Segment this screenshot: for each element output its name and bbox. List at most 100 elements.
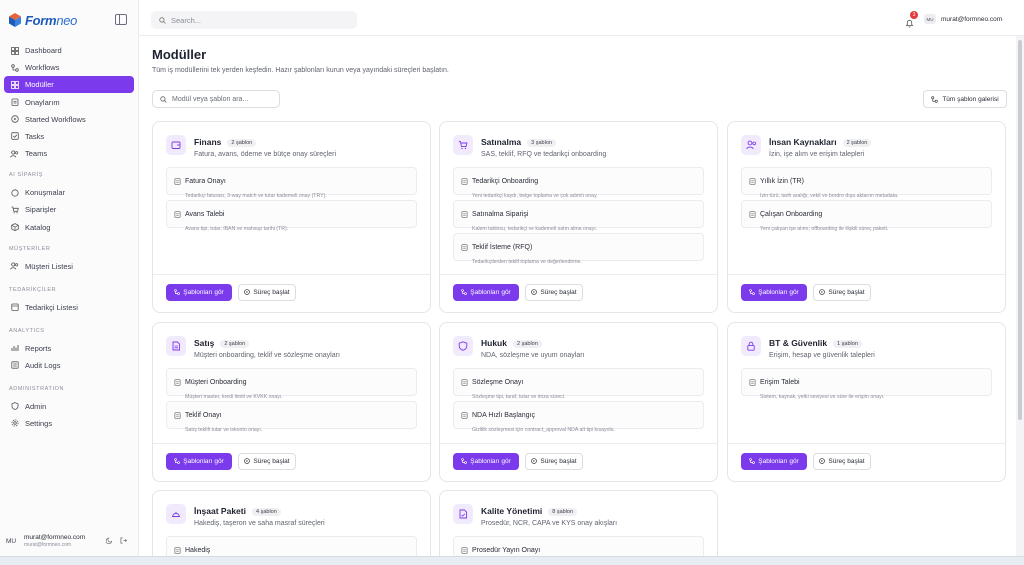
sidebar-item-approvals[interactable]: Onaylarım bbox=[4, 94, 134, 111]
sidebar-item-orders[interactable]: Siparişler bbox=[4, 201, 134, 218]
sidebar-user[interactable]: MU murat@formneo.com murat@formneo.com bbox=[6, 531, 134, 551]
logout-icon[interactable] bbox=[120, 537, 127, 544]
template-item[interactable]: Müşteri Onboarding Müşteri master, kredi … bbox=[166, 368, 417, 400]
module-card-footer: Şablonları gör Süreç başlat bbox=[728, 443, 1005, 481]
users-icon bbox=[10, 149, 19, 158]
start-process-button[interactable]: Süreç başlat bbox=[238, 284, 296, 301]
template-item[interactable]: Erişim Talebi Sistem, kaynak, yetki seviy… bbox=[741, 368, 992, 400]
template-count-badge: 2 şablon bbox=[220, 340, 250, 348]
sidebar-item-started-workflows[interactable]: Started Workflows bbox=[4, 111, 134, 128]
module-card[interactable]: Hukuk 2 şablon NDA, sözleşme ve uyum onayl… bbox=[439, 322, 718, 482]
sidebar-item-teams[interactable]: Teams bbox=[4, 145, 134, 162]
start-process-button[interactable]: Süreç başlat bbox=[525, 284, 583, 301]
template-title: Teklif Onayı bbox=[185, 411, 222, 419]
template-item[interactable]: Satınalma Siparişi Kalem tablosu, tedarik… bbox=[453, 200, 704, 232]
sidebar-item-tasks[interactable]: Tasks bbox=[4, 128, 134, 145]
template-item[interactable]: Fatura Onayı Tedarikçi faturası, 3-way ma… bbox=[166, 167, 417, 199]
template-count-badge: 3 şablon bbox=[527, 139, 556, 147]
module-card[interactable]: Kalite Yönetimi 8 şablon Prosedür, NCR, CA… bbox=[439, 490, 718, 556]
template-item[interactable]: NDA Hızlı Başlangıç Gizlilik sözleşmesi i… bbox=[453, 401, 704, 433]
template-count-badge: 4 şablon bbox=[251, 508, 281, 516]
template-count-badge: 8 şablon bbox=[548, 508, 578, 516]
module-card[interactable]: Satınalma 3 şablon SAS, teklif, RFQ ve ted… bbox=[439, 121, 718, 313]
sidebar-item-label: Workflows bbox=[25, 63, 60, 73]
module-card[interactable]: BT & Güvenlik 1 şablon Erişim, hesap ve gü… bbox=[727, 322, 1006, 482]
document-icon bbox=[174, 373, 181, 391]
template-title: Teklif İsteme (RFQ) bbox=[472, 243, 533, 251]
sidebar-toggle-icon[interactable] bbox=[115, 14, 127, 25]
template-item[interactable]: Yıllık İzin (TR) İzin türü, tarih aralığı… bbox=[741, 167, 992, 199]
view-templates-button[interactable]: Şablonları gör bbox=[453, 453, 519, 470]
sidebar-item-conversations[interactable]: Konuşmalar bbox=[4, 184, 134, 201]
modules-icon bbox=[10, 80, 19, 89]
view-templates-button[interactable]: Şablonları gör bbox=[166, 284, 232, 301]
template-item[interactable]: Avans Talebi Avans tipi, tutar, IBAN ve m… bbox=[166, 200, 417, 232]
app-window: Formneo Dashboard Workflows Modüller Ona… bbox=[0, 0, 1024, 565]
avatar: MU bbox=[6, 537, 17, 545]
template-item[interactable]: Prosedür Yayın OnayıYeni prosedür, talim… bbox=[453, 536, 704, 556]
document-icon bbox=[174, 172, 181, 190]
sidebar-item-customer-list[interactable]: Müşteri Listesi bbox=[4, 258, 134, 275]
nav-section-ai: AI SİPARİŞ bbox=[9, 172, 44, 179]
module-description: İzin, işe alım ve erişim talepleri bbox=[769, 151, 865, 158]
play-icon bbox=[244, 457, 251, 466]
helmet-icon bbox=[166, 504, 186, 524]
template-item[interactable]: Sözleşme Onayı Sözleşme tipi, taraf, tuta… bbox=[453, 368, 704, 400]
sidebar-item-reports[interactable]: Reports bbox=[4, 340, 134, 357]
sidebar-item-label: Siparişler bbox=[25, 205, 57, 215]
sidebar: Formneo Dashboard Workflows Modüller Ona… bbox=[0, 0, 139, 556]
user-sub-email: murat@formneo.com bbox=[24, 542, 72, 548]
search-input[interactable]: Search... bbox=[151, 11, 357, 29]
template-item[interactable]: Teklif Onayı Satış teklifi tutar ve iskon… bbox=[166, 401, 417, 433]
sidebar-item-audit-logs[interactable]: Audit Logs bbox=[4, 357, 134, 374]
start-process-button[interactable]: Süreç başlat bbox=[813, 453, 871, 470]
template-description: Tedarikçi faturası, 3-way match ve tutar… bbox=[185, 193, 327, 199]
template-description: Sözleşme tipi, taraf, tutar ve imza süre… bbox=[472, 394, 566, 400]
topbar: Search... 3 MU murat@formneo.com bbox=[139, 0, 1024, 36]
sidebar-item-catalog[interactable]: Katalog bbox=[4, 219, 134, 236]
template-count-badge: 2 şablon bbox=[227, 139, 257, 147]
file-check-icon bbox=[453, 504, 473, 524]
template-item[interactable]: Teklif İsteme (RFQ) Tedarikçilerden tekli… bbox=[453, 233, 704, 265]
document-icon bbox=[749, 205, 756, 223]
module-card[interactable]: Finans 2 şablon Fatura, avans, ödeme ve bü… bbox=[152, 121, 431, 313]
start-process-button[interactable]: Süreç başlat bbox=[813, 284, 871, 301]
scrollbar-thumb[interactable] bbox=[1018, 40, 1022, 420]
view-templates-button[interactable]: Şablonları gör bbox=[741, 284, 807, 301]
user-menu[interactable]: MU murat@formneo.com bbox=[924, 14, 1002, 24]
sidebar-item-workflows[interactable]: Workflows bbox=[4, 59, 134, 76]
theme-toggle-icon[interactable] bbox=[106, 537, 113, 544]
template-title: Hakediş bbox=[185, 546, 211, 554]
sidebar-item-modules[interactable]: Modüller bbox=[4, 76, 134, 94]
document-icon bbox=[461, 406, 468, 424]
template-description: Kalem tablosu, tedarikçi ve kademeli sat… bbox=[472, 226, 598, 232]
cart-icon bbox=[10, 205, 19, 214]
sidebar-item-admin[interactable]: Admin bbox=[4, 398, 134, 415]
module-description: Prosedür, NCR, CAPA ve KYS onay akışları bbox=[481, 520, 618, 527]
start-process-button[interactable]: Süreç başlat bbox=[238, 453, 296, 470]
sidebar-item-dashboard[interactable]: Dashboard bbox=[4, 42, 134, 59]
template-item[interactable]: Çalışan Onboarding Yeni çalışan işe alımı… bbox=[741, 200, 992, 232]
sidebar-item-settings[interactable]: Settings bbox=[4, 415, 134, 432]
sidebar-item-label: Dashboard bbox=[25, 46, 62, 55]
view-templates-button[interactable]: Şablonları gör bbox=[741, 453, 807, 470]
sidebar-item-label: Audit Logs bbox=[25, 360, 61, 370]
workflow-icon bbox=[749, 288, 756, 297]
module-card-header: Hukuk 2 şablon NDA, sözleşme ve uyum onayl… bbox=[453, 336, 707, 362]
module-title: İnsan Kaynakları 2 şablon bbox=[769, 137, 872, 147]
sidebar-item-supplier-list[interactable]: Tedarikçi Listesi bbox=[4, 299, 134, 316]
module-card[interactable]: İnsan Kaynakları 2 şablon İzin, işe alım v… bbox=[727, 121, 1006, 313]
notifications-button[interactable]: 3 bbox=[905, 11, 918, 33]
view-templates-button[interactable]: Şablonları gör bbox=[166, 453, 232, 470]
template-item[interactable]: HakedişSardas hakediş dönemi, metraj ve … bbox=[166, 536, 417, 556]
view-templates-button[interactable]: Şablonları gör bbox=[453, 284, 519, 301]
template-gallery-button[interactable]: Tüm şablon galerisi bbox=[923, 90, 1007, 108]
document-icon bbox=[461, 373, 468, 391]
start-process-button[interactable]: Süreç başlat bbox=[525, 453, 583, 470]
template-item[interactable]: Tedarikçi Onboarding Yeni tedarikçi kaydı… bbox=[453, 167, 704, 199]
brand-logo[interactable]: Formneo bbox=[8, 10, 77, 30]
module-card[interactable]: Satış 2 şablon Müşteri onboarding, teklif … bbox=[152, 322, 431, 482]
module-card[interactable]: İnşaat Paketi 4 şablon Hakediş, taşeron ve… bbox=[152, 490, 431, 556]
module-card-footer: Şablonları gör Süreç başlat bbox=[440, 274, 717, 312]
module-search-input[interactable]: Modül veya şablon ara... bbox=[152, 90, 280, 108]
